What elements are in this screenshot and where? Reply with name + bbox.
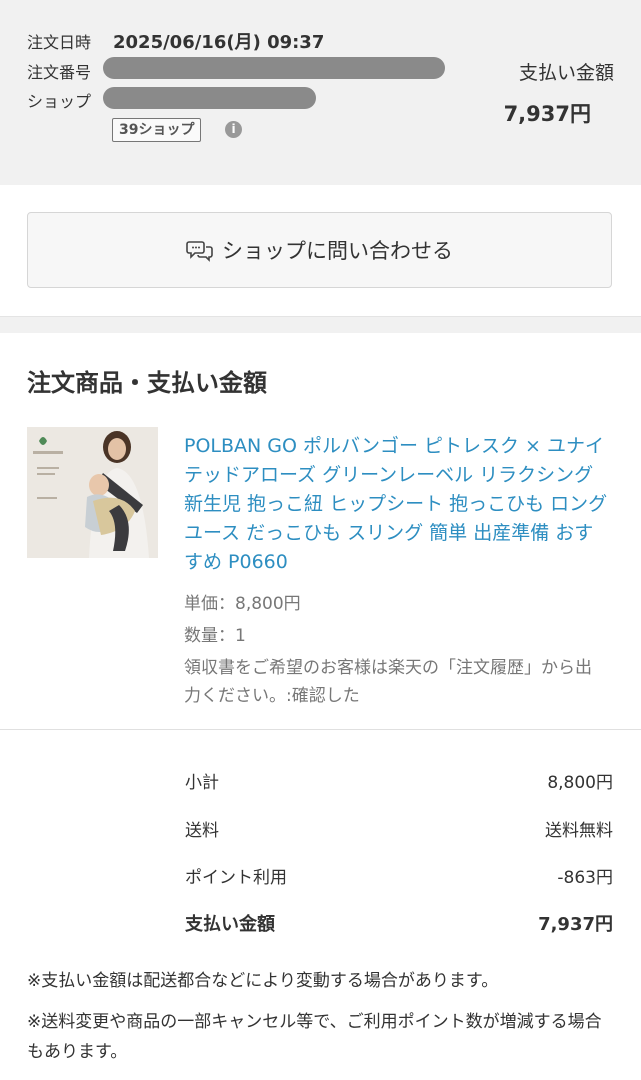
- chat-bubbles-icon: [186, 241, 213, 262]
- pay-amount-label: 支払い金額: [518, 62, 614, 84]
- order-date-row: 注文日時 2025/06/16(月) 09:37: [27, 28, 324, 54]
- section-divider: [0, 316, 641, 333]
- product-thumbnail[interactable]: [27, 427, 158, 558]
- shipping-value: 送料無料: [545, 821, 613, 841]
- total-value: 7,937円: [538, 914, 613, 935]
- order-date-value: 2025/06/16(月) 09:37: [113, 32, 325, 53]
- order-header: 注文日時 2025/06/16(月) 09:37 注文番号 ショップ 39ショップ…: [0, 0, 641, 185]
- contact-shop-button[interactable]: ショップに問い合わせる: [27, 212, 612, 288]
- redacted-shop-name: [103, 87, 316, 109]
- points-row: ポイント利用 -863円: [185, 863, 613, 888]
- points-label: ポイント利用: [185, 868, 287, 888]
- product-name-link[interactable]: POLBAN GO ポルバンゴー ピトレスク × ユナイテッドアローズ グリーン…: [184, 432, 609, 577]
- section-title: 注文商品・支払い金額: [27, 369, 267, 397]
- product-image: [27, 427, 158, 558]
- contact-shop-label: ショップに問い合わせる: [222, 239, 453, 263]
- pay-amount-value: 7,937円: [503, 102, 591, 126]
- subtotal-row: 小計 8,800円: [185, 768, 613, 793]
- subtotal-label: 小計: [185, 773, 219, 793]
- total-label: 支払い金額: [185, 914, 275, 935]
- redacted-order-number: [103, 57, 445, 79]
- order-date-label: 注文日時: [27, 33, 92, 52]
- unit-price: 単価：8,800円: [184, 594, 301, 614]
- order-number-label: 注文番号: [27, 63, 92, 82]
- receipt-note: 領収書をご希望のお客様は楽天の「注文履歴」から出力ください。:確認した: [184, 658, 592, 706]
- quantity: 数量：1: [184, 626, 246, 646]
- note-2: ※送料変更や商品の一部キャンセル等で、ご利用ポイント数が増減する場合もあります。: [27, 1012, 602, 1062]
- shipping-row: 送料 送料無料: [185, 816, 613, 841]
- note-1: ※支払い金額は配送都合などにより変動する場合があります。: [27, 971, 499, 991]
- points-value: -863円: [557, 868, 613, 888]
- info-icon[interactable]: i: [225, 121, 242, 138]
- shipping-label: 送料: [185, 821, 219, 841]
- shop-badge: 39ショップ: [112, 118, 202, 142]
- shop-row: ショップ: [27, 88, 113, 112]
- separator: [0, 729, 641, 730]
- shop-label: ショップ: [27, 92, 92, 111]
- total-row: 支払い金額 7,937円: [185, 910, 613, 936]
- subtotal-value: 8,800円: [547, 773, 613, 793]
- order-number-row: 注文番号: [27, 59, 113, 83]
